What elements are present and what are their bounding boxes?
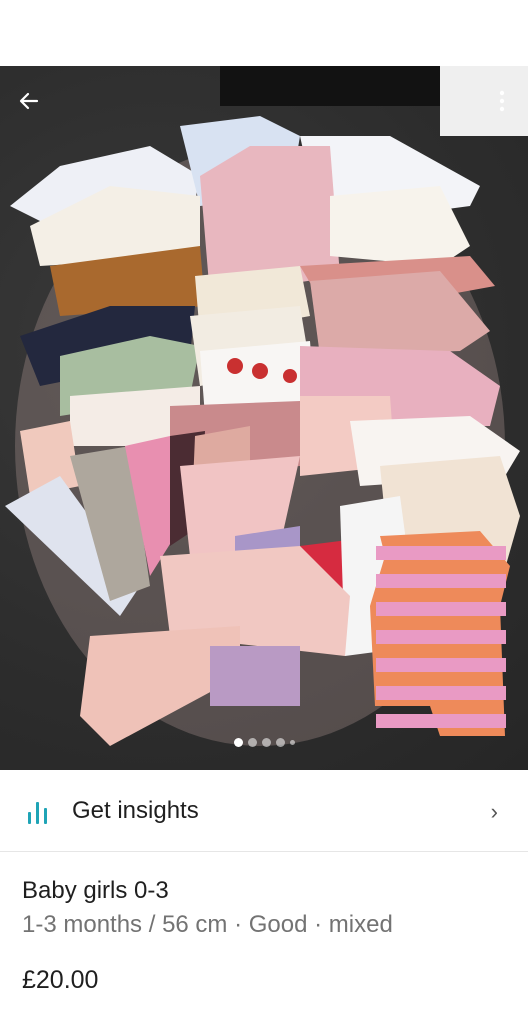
carousel-dot[interactable]	[261, 738, 271, 747]
chevron-right-icon: ›	[490, 799, 498, 824]
listing-price: £20.00	[22, 966, 99, 994]
bar-chart-icon	[28, 798, 54, 824]
listing-title: Baby girls 0-3	[22, 877, 169, 904]
get-insights-label: Get insights	[72, 796, 199, 824]
carousel-dot[interactable]	[247, 738, 257, 747]
back-button[interactable]	[12, 84, 46, 118]
carousel-dot[interactable]	[275, 738, 285, 747]
clothes-pile-illustration	[5, 66, 528, 746]
back-arrow-icon	[19, 92, 39, 110]
more-vertical-icon	[499, 90, 505, 112]
carousel-indicator	[0, 738, 528, 747]
get-insights-row[interactable]: Get insights ›	[0, 770, 528, 852]
more-options-button[interactable]	[492, 84, 512, 118]
listing-photo[interactable]	[0, 66, 528, 770]
carousel-dot[interactable]	[289, 740, 295, 745]
listing-details: Baby girls 0-3 1-3 months / 56 cm · Good…	[22, 876, 512, 995]
listing-subtitle: 1-3 months / 56 cm · Good · mixed	[22, 911, 393, 938]
status-area	[0, 0, 528, 66]
carousel-dot[interactable]	[233, 738, 243, 747]
